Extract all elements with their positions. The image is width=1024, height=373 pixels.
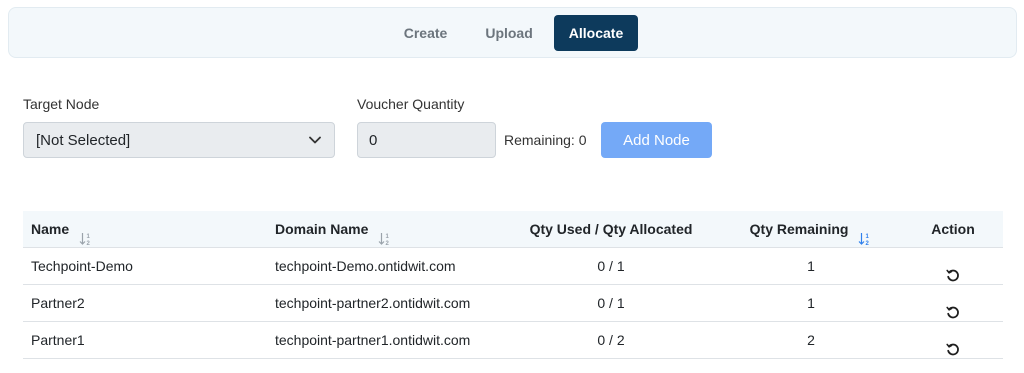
target-node-label: Target Node — [23, 96, 100, 112]
svg-text:2: 2 — [866, 241, 870, 246]
tab-create[interactable]: Create — [387, 15, 465, 51]
header-action: Action — [931, 221, 975, 237]
cell-name: Techpoint-Demo — [31, 258, 133, 274]
header-domain: Domain Name 12 — [275, 211, 392, 247]
cell-qty: 0 / 1 — [597, 258, 625, 274]
cell-qty: 0 / 1 — [597, 295, 625, 311]
reload-icon[interactable] — [946, 334, 960, 356]
header-remaining: Qty Remaining 12 — [729, 211, 893, 247]
table-row: Partner1 techpoint-partner1.ontidwit.com… — [23, 322, 1003, 359]
table-row: Techpoint-Demo techpoint-Demo.ontidwit.c… — [23, 248, 1003, 285]
svg-text:1: 1 — [866, 234, 870, 240]
svg-text:2: 2 — [87, 241, 91, 246]
sort-icon[interactable]: 12 — [79, 223, 93, 247]
cell-domain: techpoint-Demo.ontidwit.com — [275, 258, 456, 274]
cell-action — [903, 322, 1003, 358]
svg-text:1: 1 — [386, 234, 390, 240]
target-node-value: [Not Selected] — [36, 131, 131, 149]
chevron-down-icon — [308, 133, 322, 147]
header-qty: Qty Used / Qty Allocated — [529, 221, 693, 237]
reload-icon[interactable] — [946, 260, 960, 282]
sort-icon[interactable]: 12 — [378, 223, 392, 247]
cell-remaining: 1 — [807, 258, 815, 274]
cell-domain: techpoint-partner2.ontidwit.com — [275, 295, 471, 311]
sort-icon-active[interactable]: 12 — [858, 223, 872, 247]
tab-allocate[interactable]: Allocate — [553, 14, 639, 51]
header-name-label: Name — [31, 221, 70, 237]
allocation-table: Name 12 Domain Name 12 Qty Used / Qty Al… — [23, 211, 1003, 359]
remaining-text: Remaining: 0 — [504, 132, 587, 148]
tab-list: Create Upload Allocate — [387, 14, 639, 51]
cell-name: Partner1 — [31, 332, 85, 348]
table-header: Name 12 Domain Name 12 Qty Used / Qty Al… — [23, 211, 1003, 248]
svg-text:2: 2 — [386, 241, 390, 246]
cell-remaining: 2 — [807, 332, 815, 348]
cell-action — [903, 285, 1003, 321]
cell-qty: 0 / 2 — [597, 332, 625, 348]
cell-domain: techpoint-partner1.ontidwit.com — [275, 332, 471, 348]
cell-name: Partner2 — [31, 295, 85, 311]
table-row: Partner2 techpoint-partner2.ontidwit.com… — [23, 285, 1003, 322]
header-remaining-label: Qty Remaining — [749, 221, 849, 237]
target-node-select[interactable]: [Not Selected] — [23, 122, 335, 158]
tab-bar: Create Upload Allocate — [8, 7, 1017, 58]
voucher-quantity-input[interactable] — [357, 122, 496, 158]
svg-text:1: 1 — [87, 234, 91, 240]
cell-action — [903, 248, 1003, 284]
header-name: Name 12 — [31, 211, 93, 247]
voucher-quantity-label: Voucher Quantity — [357, 96, 465, 112]
reload-icon[interactable] — [946, 297, 960, 319]
header-domain-label: Domain Name — [275, 221, 369, 237]
cell-remaining: 1 — [807, 295, 815, 311]
add-node-button[interactable]: Add Node — [601, 122, 712, 158]
tab-upload[interactable]: Upload — [468, 15, 549, 51]
